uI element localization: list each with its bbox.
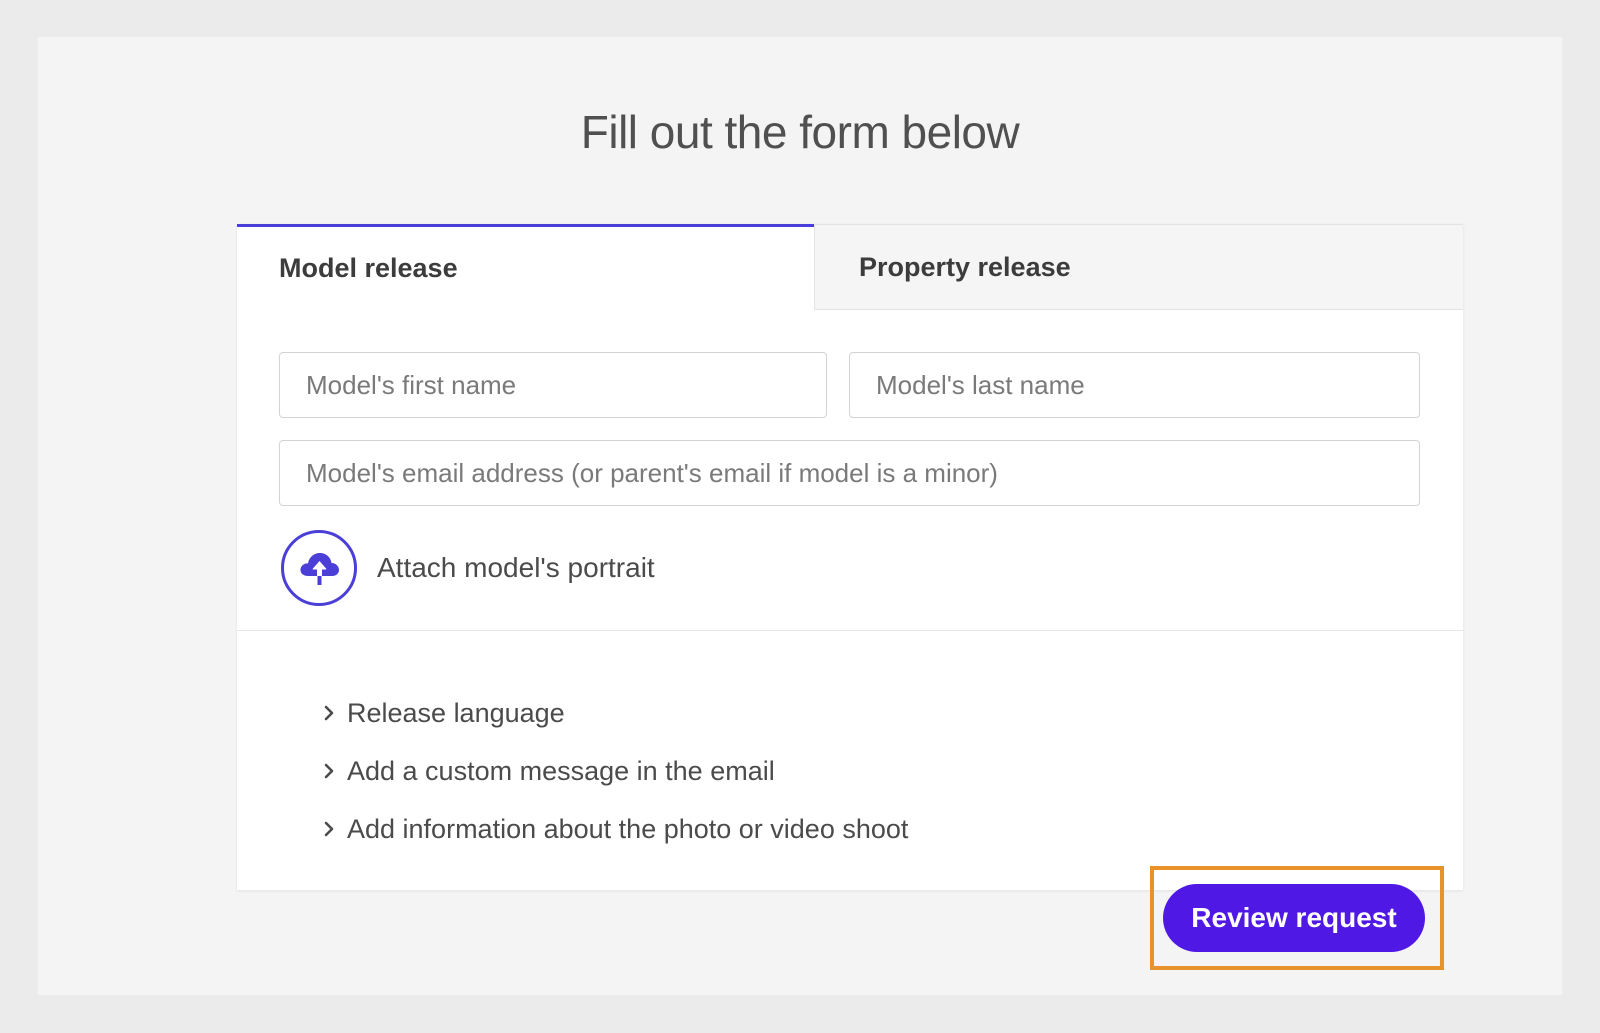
release-language-toggle[interactable]: Release language [317,684,908,742]
last-name-input[interactable] [849,352,1420,418]
release-tabs: Model release Property release [237,224,1463,310]
review-request-button[interactable]: Review request [1163,884,1425,952]
section-divider [237,630,1463,631]
chevron-right-icon [317,701,341,725]
shoot-info-toggle[interactable]: Add information about the photo or video… [317,800,908,858]
email-input[interactable] [279,440,1420,506]
tab-model-release[interactable]: Model release [237,224,814,310]
options-list: Release language Add a custom message in… [317,684,908,858]
expander-label: Add a custom message in the email [347,755,775,786]
cloud-upload-icon[interactable] [281,530,357,606]
page-frame: Fill out the form below Model release Pr… [38,37,1562,995]
expander-label: Release language [347,697,565,728]
release-form-card: Model release Property release Attach mo… [237,224,1463,890]
chevron-right-icon [317,759,341,783]
chevron-right-icon [317,817,341,841]
attach-portrait-label: Attach model's portrait [377,552,655,583]
attach-portrait-button[interactable]: Attach model's portrait [281,530,655,606]
page-title: Fill out the form below [580,106,1020,158]
tab-property-release[interactable]: Property release [814,224,1463,310]
first-name-input[interactable] [279,352,827,418]
custom-message-toggle[interactable]: Add a custom message in the email [317,742,908,800]
expander-label: Add information about the photo or video… [347,813,909,844]
